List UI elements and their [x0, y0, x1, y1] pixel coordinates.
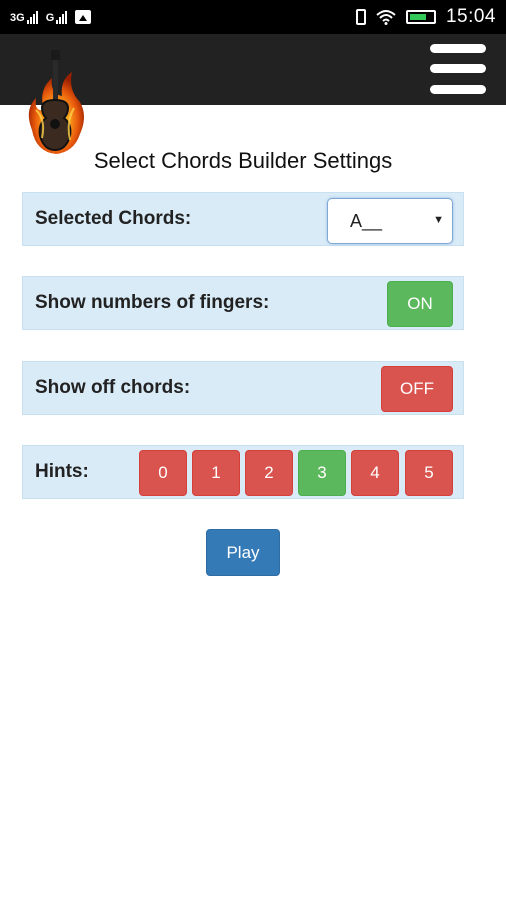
show-off-chords-toggle[interactable]: OFF	[381, 366, 453, 412]
chords-select[interactable]: A__ ▼	[327, 198, 453, 244]
selected-chords-label: Selected Chords:	[35, 208, 192, 229]
hint-button-2[interactable]: 2	[245, 450, 293, 496]
network-g-icon: G	[46, 10, 68, 24]
battery-icon	[405, 10, 436, 24]
selected-chords-row: Selected Chords: A__ ▼	[22, 192, 464, 246]
page-title: Select Chords Builder Settings	[93, 148, 393, 173]
image-notification-icon	[75, 10, 92, 24]
hints-label: Hints:	[35, 461, 89, 482]
vibrate-icon	[355, 9, 366, 25]
status-left: 3G G	[10, 10, 92, 24]
dropdown-arrow-icon: ▼	[433, 214, 444, 226]
hint-button-1[interactable]: 1	[192, 450, 240, 496]
hint-button-0[interactable]: 0	[139, 450, 187, 496]
show-off-chords-label: Show off chords:	[35, 377, 191, 398]
hint-button-3[interactable]: 3	[298, 450, 346, 496]
wifi-icon	[376, 10, 396, 25]
hint-button-4[interactable]: 4	[351, 450, 399, 496]
clock: 15:04	[445, 6, 496, 27]
show-fingers-label: Show numbers of fingers:	[35, 292, 270, 313]
hamburger-menu-icon[interactable]	[428, 42, 488, 98]
status-right: 15:04	[355, 6, 496, 28]
show-fingers-toggle[interactable]: ON	[387, 281, 453, 327]
play-button[interactable]: Play	[206, 529, 280, 576]
hints-row: Hints: 0 1 2 3 4 5	[22, 445, 464, 499]
show-off-chords-row: Show off chords: OFF	[22, 361, 464, 415]
network-3g-icon: 3G	[10, 10, 38, 24]
hint-button-5[interactable]: 5	[405, 450, 453, 496]
status-bar: 3G G 15:04	[0, 0, 506, 34]
chords-select-value: A__	[350, 211, 383, 231]
guitar-on-fire-icon	[28, 50, 84, 154]
show-fingers-row: Show numbers of fingers: ON	[22, 276, 464, 330]
